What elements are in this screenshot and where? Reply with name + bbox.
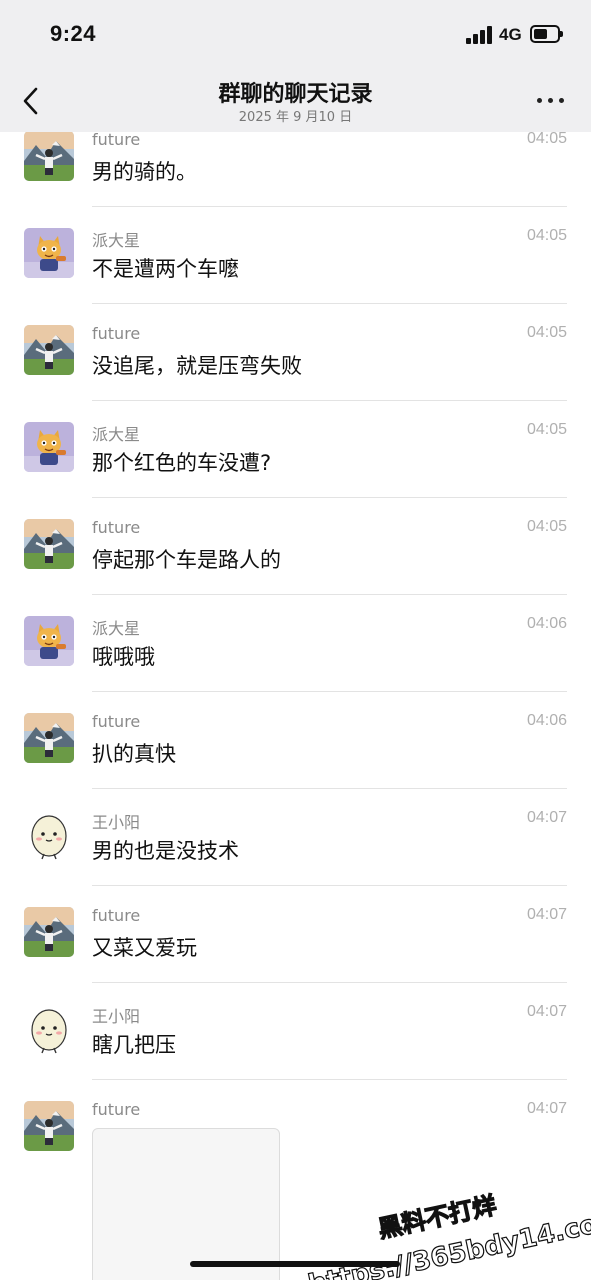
sender-name: future bbox=[92, 132, 141, 149]
message-time: 04:07 bbox=[526, 1003, 567, 1020]
sender-name: future bbox=[92, 906, 141, 925]
row-divider bbox=[92, 1079, 567, 1080]
avatar[interactable] bbox=[24, 422, 74, 472]
message-time: 04:06 bbox=[526, 712, 567, 729]
row-divider bbox=[92, 594, 567, 595]
nav-bar: 群聊的聊天记录 2025 年 9 月10 日 bbox=[0, 72, 591, 132]
sender-name: 派大星 bbox=[92, 619, 141, 638]
message-text: 那个红色的车没遭? bbox=[92, 451, 272, 475]
avatar[interactable] bbox=[24, 1004, 74, 1054]
row-divider bbox=[92, 885, 567, 886]
battery-icon bbox=[530, 25, 563, 43]
row-divider bbox=[92, 982, 567, 983]
row-divider bbox=[92, 497, 567, 498]
sender-name: future bbox=[92, 712, 141, 731]
message-row[interactable]: 派大星 04:05 那个红色的车没遭? bbox=[0, 421, 591, 519]
avatar[interactable] bbox=[24, 1101, 74, 1151]
cartoon-cat-avatar-icon bbox=[24, 422, 74, 472]
egg-face-avatar-icon bbox=[24, 810, 74, 860]
message-text: 哦哦哦 bbox=[92, 645, 155, 669]
mountain-boy-avatar-icon bbox=[24, 325, 74, 375]
message-row[interactable]: future 04:05 没追尾，就是压弯失败 bbox=[0, 324, 591, 422]
message-row[interactable]: 派大星 04:05 不是遭两个车嚒 bbox=[0, 227, 591, 325]
message-row[interactable]: 王小阳 04:07 男的也是没技术 bbox=[0, 809, 591, 907]
sender-name: future bbox=[92, 518, 141, 537]
message-text: 瞎几把压 bbox=[92, 1033, 176, 1057]
mountain-boy-avatar-icon bbox=[24, 519, 74, 569]
message-text: 男的骑的。 bbox=[92, 160, 197, 184]
avatar[interactable] bbox=[24, 907, 74, 957]
message-text: 扒的真快 bbox=[92, 742, 176, 766]
message-time: 04:05 bbox=[526, 518, 567, 535]
page-subtitle: 2025 年 9 月10 日 bbox=[238, 110, 353, 125]
sender-name: 王小阳 bbox=[92, 813, 141, 832]
message-row[interactable]: future 04:05 男的骑的。 bbox=[0, 132, 591, 228]
message-row[interactable]: future 04:05 停起那个车是路人的 bbox=[0, 518, 591, 616]
message-list[interactable]: future 04:05 男的骑的。 派大星 04:05 不是遭两个车嚒 future 0… bbox=[0, 132, 591, 1280]
home-indicator[interactable] bbox=[190, 1261, 400, 1267]
avatar[interactable] bbox=[24, 228, 74, 278]
cartoon-cat-avatar-icon bbox=[24, 228, 74, 278]
sender-name: future bbox=[92, 1100, 141, 1119]
status-time: 9:24 bbox=[50, 21, 97, 46]
message-text: 不是遭两个车嚒 bbox=[92, 257, 239, 281]
row-divider bbox=[92, 303, 567, 304]
more-options-button[interactable] bbox=[534, 88, 568, 112]
status-bar: 9:24 4G bbox=[0, 0, 591, 72]
mountain-boy-avatar-icon bbox=[24, 713, 74, 763]
page-title: 群聊的聊天记录 bbox=[218, 82, 373, 107]
message-time: 04:05 bbox=[526, 324, 567, 341]
sender-name: 派大星 bbox=[92, 231, 141, 250]
cartoon-cat-avatar-icon bbox=[24, 616, 74, 666]
message-time: 04:07 bbox=[526, 809, 567, 826]
image-attachment[interactable] bbox=[92, 1128, 280, 1280]
sender-name: 王小阳 bbox=[92, 1007, 141, 1026]
sender-name: future bbox=[92, 324, 141, 343]
message-time: 04:07 bbox=[526, 1100, 567, 1117]
message-text: 又菜又爱玩 bbox=[92, 936, 197, 960]
row-divider bbox=[92, 206, 567, 207]
avatar[interactable] bbox=[24, 132, 74, 181]
egg-face-avatar-icon bbox=[24, 1004, 74, 1054]
avatar[interactable] bbox=[24, 713, 74, 763]
message-text: 没追尾，就是压弯失败 bbox=[92, 354, 302, 378]
message-time: 04:07 bbox=[526, 906, 567, 923]
avatar[interactable] bbox=[24, 519, 74, 569]
mountain-boy-avatar-icon bbox=[24, 907, 74, 957]
sender-name: 派大星 bbox=[92, 425, 141, 444]
message-time: 04:06 bbox=[526, 615, 567, 632]
message-time: 04:05 bbox=[526, 132, 567, 147]
row-divider bbox=[92, 400, 567, 401]
message-text: 停起那个车是路人的 bbox=[92, 548, 281, 572]
network-type: 4G bbox=[499, 25, 522, 44]
message-time: 04:05 bbox=[526, 227, 567, 244]
row-divider bbox=[92, 788, 567, 789]
avatar[interactable] bbox=[24, 616, 74, 666]
message-row[interactable]: future 04:06 扒的真快 bbox=[0, 712, 591, 810]
mountain-boy-avatar-icon bbox=[24, 1101, 74, 1151]
avatar[interactable] bbox=[24, 325, 74, 375]
message-row[interactable]: future 04:07 又菜又爱玩 bbox=[0, 906, 591, 1004]
signal-icon bbox=[466, 26, 494, 44]
message-time: 04:05 bbox=[526, 421, 567, 438]
message-row[interactable]: 派大星 04:06 哦哦哦 bbox=[0, 615, 591, 713]
message-text: 男的也是没技术 bbox=[92, 839, 239, 863]
mountain-boy-avatar-icon bbox=[24, 132, 74, 181]
row-divider bbox=[92, 691, 567, 692]
avatar[interactable] bbox=[24, 810, 74, 860]
message-row[interactable]: 王小阳 04:07 瞎几把压 bbox=[0, 1003, 591, 1101]
